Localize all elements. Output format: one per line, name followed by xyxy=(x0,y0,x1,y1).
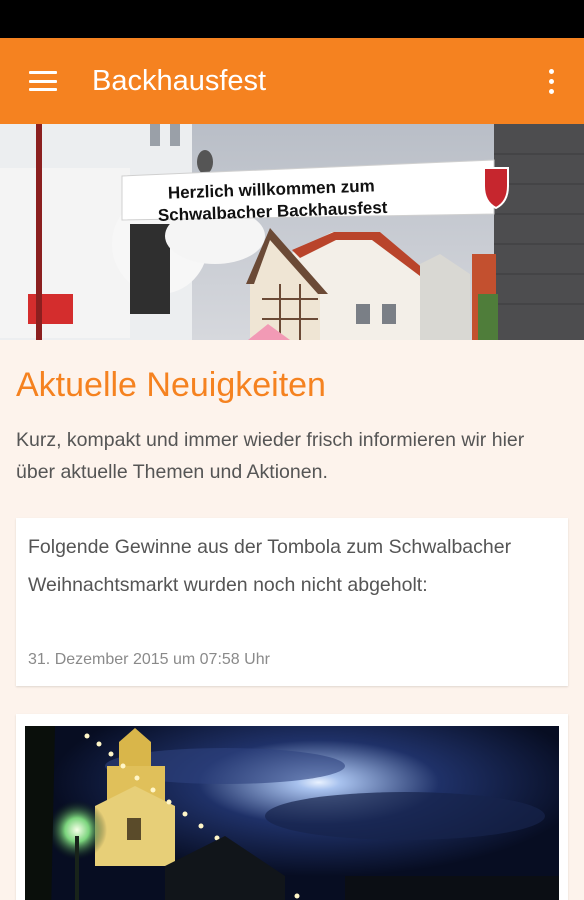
night-market-image xyxy=(25,726,559,900)
menu-button[interactable] xyxy=(0,38,86,124)
news-image-card[interactable] xyxy=(16,714,568,900)
app-title: Backhausfest xyxy=(92,64,267,97)
hero-image: Herzlich willkommen zum Schwalbacher Bac… xyxy=(0,124,584,340)
news-card[interactable]: Folgende Gewinne aus der Tombola zum Sch… xyxy=(16,518,568,686)
news-text: Folgende Gewinne aus der Tombola zum Sch… xyxy=(28,536,512,596)
news-date: 31. Dezember 2015 um 07:58 Uhr xyxy=(28,651,270,668)
section-title: Aktuelle Neuigkeiten xyxy=(16,366,326,404)
hamburger-menu-icon xyxy=(29,71,57,91)
more-vert-icon[interactable] xyxy=(518,38,584,124)
app-bar: Backhausfest xyxy=(0,38,584,124)
intro-text: Kurz, kompakt und immer wieder frisch in… xyxy=(16,429,525,483)
content-area[interactable]: Aktuelle Neuigkeiten Kurz, kompakt und i… xyxy=(0,340,584,900)
status-bar xyxy=(0,0,584,38)
